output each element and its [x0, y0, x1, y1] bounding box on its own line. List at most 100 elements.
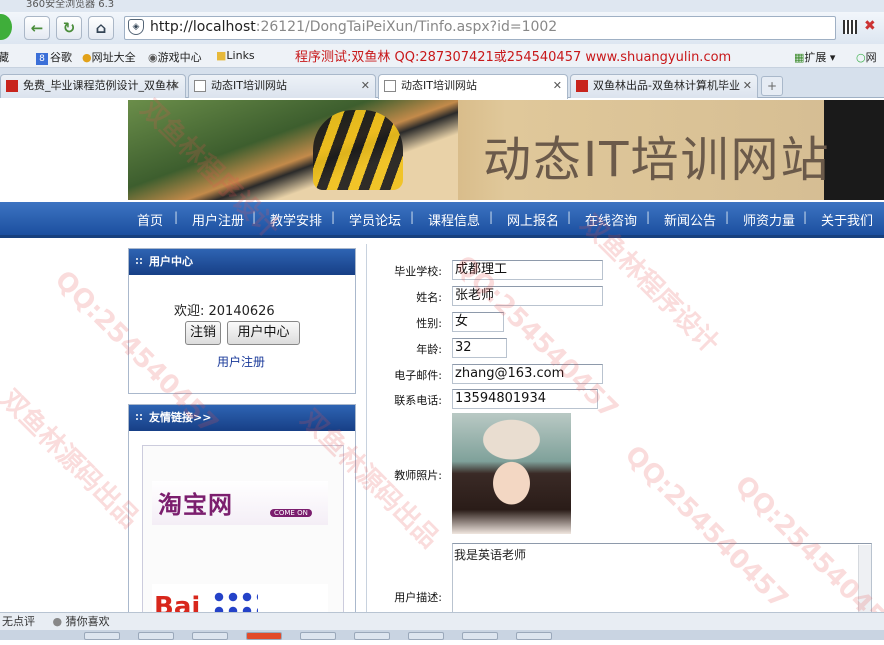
new-tab-button[interactable]: +: [761, 76, 783, 96]
url-path: :26121/DongTaiPeiXun/Tinfo.aspx?id=1002: [255, 19, 558, 35]
favorites-item-google[interactable]: 8 谷歌: [36, 49, 72, 65]
age-field[interactable]: 32: [452, 338, 507, 358]
tab-0-label: 免费_毕业课程范例设计_双鱼林: [23, 79, 177, 92]
menu-item-courses[interactable]: 课程信息: [428, 210, 480, 229]
site-banner: 动态IT培训网站: [128, 100, 884, 200]
baidu-paw-icon: [212, 590, 258, 614]
taobao-link[interactable]: 淘宝网 COME ON: [152, 481, 328, 525]
menu-item-register[interactable]: 用户注册: [192, 210, 244, 229]
extensions-button[interactable]: ▦扩展 ▾: [794, 49, 835, 65]
suggest-icon: ●: [52, 615, 63, 628]
tab-0-close-icon[interactable]: ✕: [171, 75, 180, 97]
site-favicon-icon: [6, 80, 18, 92]
favorites-item-0[interactable]: 藏: [0, 49, 9, 65]
promo-text: 程序测试:双鱼林 QQ:287307421或254540457 www.shua…: [295, 50, 732, 65]
grip-icon: [135, 257, 143, 265]
favorites-label-links: Links: [226, 49, 255, 62]
extension-item[interactable]: ○网: [856, 49, 877, 65]
taskbar-button[interactable]: [462, 632, 498, 640]
menu-item-consult[interactable]: 在线咨询: [585, 210, 637, 229]
tab-2-close-icon[interactable]: ✕: [553, 75, 562, 97]
page-icon: [194, 80, 206, 92]
welcome-text: 欢迎: 20140626: [174, 304, 275, 319]
favorites-item-games[interactable]: ◉游戏中心: [148, 49, 202, 65]
register-link[interactable]: 用户注册: [217, 353, 265, 370]
taskbar-button[interactable]: [192, 632, 228, 640]
tab-1[interactable]: 动态IT培训网站 ✕: [188, 74, 376, 98]
banner-title: 动态IT培训网站: [483, 132, 831, 188]
taobao-tag: COME ON: [270, 509, 312, 517]
taskbar-button[interactable]: [300, 632, 336, 640]
shield-icon: ◈: [128, 19, 144, 35]
refresh-button[interactable]: ↻: [56, 16, 82, 40]
home-button[interactable]: ⌂: [88, 16, 114, 40]
menu-item-schedule[interactable]: 教学安排: [270, 210, 322, 229]
refresh-icon: ↻: [62, 19, 76, 37]
tab-2-active[interactable]: 动态IT培训网站 ✕: [378, 74, 568, 99]
tab-3-close-icon[interactable]: ✕: [743, 75, 752, 97]
user-center-button[interactable]: 用户中心: [227, 321, 300, 345]
logout-button[interactable]: 注销: [185, 321, 221, 345]
taskbar-button[interactable]: [246, 632, 282, 640]
menu-separator: |: [252, 210, 257, 224]
favorites-item-links[interactable]: ■Links: [216, 49, 255, 62]
menu-separator: |: [803, 210, 808, 224]
tab-1-close-icon[interactable]: ✕: [361, 75, 370, 97]
user-center-header: 用户中心: [129, 249, 355, 275]
folder-icon: ■: [216, 49, 227, 62]
tab-1-label: 动态IT培训网站: [211, 79, 287, 92]
extensions-label: 扩展: [804, 51, 827, 64]
menu-item-enroll[interactable]: 网上报名: [507, 210, 559, 229]
taskbar-button[interactable]: [138, 632, 174, 640]
menu-item-home[interactable]: 首页: [137, 210, 163, 229]
friend-links-title: 友情链接>>: [149, 411, 212, 424]
back-button[interactable]: ←: [24, 16, 50, 40]
textarea-scrollbar[interactable]: [858, 545, 871, 613]
school-label: 毕业学校:: [394, 265, 442, 278]
gender-field[interactable]: 女: [452, 312, 504, 332]
status-review[interactable]: 无点评: [2, 615, 35, 628]
menu-separator: |: [646, 210, 651, 224]
description-textarea[interactable]: 我是英语老师: [452, 543, 872, 615]
email-label: 电子邮件:: [394, 369, 442, 382]
school-field[interactable]: 成都理工: [452, 260, 603, 280]
url-text[interactable]: http://localhost:26121/DongTaiPeiXun/Tin…: [150, 19, 557, 35]
extensions-icon: ▦: [794, 51, 805, 64]
tab-3-label: 双鱼林出品-双鱼林计算机毕业: [593, 79, 740, 92]
extension-label: 网: [865, 51, 877, 64]
status-suggest[interactable]: 猜你喜欢: [66, 615, 110, 628]
site-favicon-icon: [576, 80, 588, 92]
watermark-text: 双鱼林源码出品: [0, 384, 145, 535]
menu-separator: |: [567, 210, 572, 224]
favorites-label-google: 谷歌: [50, 51, 72, 64]
taskbar-button[interactable]: [516, 632, 552, 640]
baidu-link[interactable]: Bai: [152, 584, 328, 614]
menu-item-forum[interactable]: 学员论坛: [349, 210, 401, 229]
taskbar-button[interactable]: [84, 632, 120, 640]
banner-edge: [824, 100, 884, 200]
phone-field[interactable]: 13594801934: [452, 389, 598, 409]
name-label: 姓名:: [416, 291, 442, 304]
desc-label: 用户描述:: [394, 591, 442, 604]
taobao-logo-text: 淘宝网: [158, 491, 233, 519]
menu-item-about[interactable]: 关于我们: [821, 210, 873, 229]
taskbar-button[interactable]: [354, 632, 390, 640]
tab-0[interactable]: 免费_毕业课程范例设计_双鱼林 ✕: [0, 74, 186, 98]
tab-3[interactable]: 双鱼林出品-双鱼林计算机毕业 ✕: [570, 74, 758, 98]
menu-item-teachers[interactable]: 师资力量: [743, 210, 795, 229]
name-field[interactable]: 张老师: [452, 286, 603, 306]
globe-icon: ●: [82, 51, 92, 64]
column-divider: [366, 244, 367, 616]
phone-label: 联系电话:: [394, 394, 442, 407]
baidu-logo-text: Bai: [154, 592, 201, 614]
home-icon: ⌂: [95, 19, 107, 37]
close-page-icon[interactable]: ✖: [864, 18, 876, 34]
favorites-label-games: 游戏中心: [157, 51, 202, 64]
menu-item-news[interactable]: 新闻公告: [664, 210, 716, 229]
favorites-item-sites[interactable]: ●网址大全: [82, 49, 136, 65]
menu-separator: |: [489, 210, 494, 224]
qr-code-icon[interactable]: [843, 20, 857, 34]
email-field[interactable]: zhang@163.com: [452, 364, 603, 384]
page-icon: [384, 80, 396, 92]
taskbar-button[interactable]: [408, 632, 444, 640]
